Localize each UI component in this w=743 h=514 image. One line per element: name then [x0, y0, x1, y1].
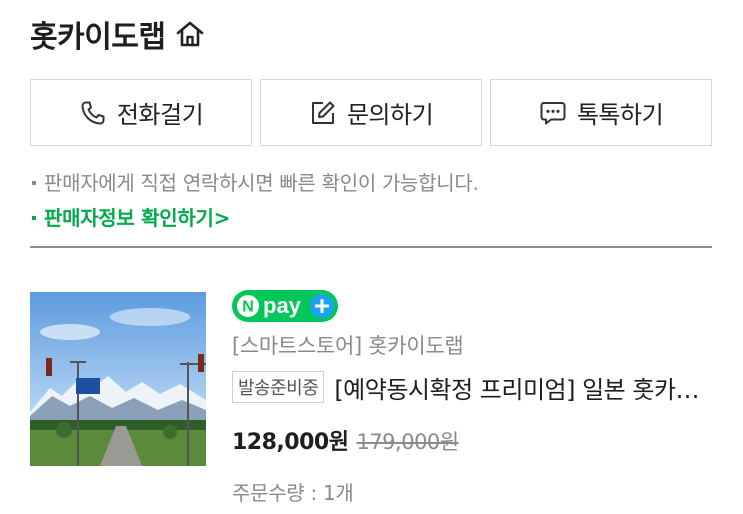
inquiry-button[interactable]: 문의하기: [260, 79, 482, 146]
npay-n-label: N: [242, 299, 254, 316]
store-name[interactable]: [스마트스토어] 홋카이도랩: [232, 330, 464, 360]
price-row: 128,000원 179,000원: [232, 424, 459, 456]
call-button-label: 전화걸기: [116, 101, 204, 129]
notice-text: 판매자에게 직접 연락하시면 빠른 확인이 가능합니다.: [44, 171, 479, 195]
phone-icon: [79, 99, 107, 127]
sale-price: 128,000원: [232, 430, 349, 455]
bullet-dot: [32, 180, 36, 185]
contact-actions: 전화걸기 문의하기 톡톡하기: [30, 79, 712, 146]
shipping-status-badge: 발송준비중: [232, 371, 325, 403]
home-icon[interactable]: [174, 18, 206, 50]
seller-info-label: 판매자정보 확인하기: [44, 206, 214, 230]
bullet-dot: [32, 215, 36, 220]
talktalk-button[interactable]: 톡톡하기: [490, 79, 712, 146]
order-quantity: 주문수량 : 1개: [232, 481, 354, 505]
inquiry-button-label: 문의하기: [346, 101, 434, 129]
npay-label: pay: [263, 293, 302, 318]
npay-badge: N pay: [232, 290, 338, 322]
talktalk-button-label: 톡톡하기: [576, 101, 664, 129]
original-price: 179,000원: [356, 430, 459, 454]
call-button[interactable]: 전화걸기: [30, 79, 252, 146]
edit-icon: [309, 99, 337, 127]
shop-title[interactable]: 홋카이도랩: [30, 12, 166, 56]
product-title-row: 발송준비중 [예약동시확정 프리미엄] 일본 홋카이도 렌터카 여행: [232, 370, 710, 404]
section-divider: [30, 246, 712, 248]
product-name[interactable]: [예약동시확정 프리미엄] 일본 홋카이도 렌터카 여행: [334, 370, 710, 405]
product-thumbnail[interactable]: [30, 292, 206, 466]
chat-icon: [539, 99, 567, 127]
contact-notice: 판매자에게 직접 연락하시면 빠른 확인이 가능합니다.: [32, 167, 479, 196]
seller-info-link[interactable]: 판매자정보 확인하기>: [32, 202, 230, 231]
shop-header: 홋카이도랩: [30, 12, 206, 56]
chevron-right-icon: >: [213, 206, 231, 230]
